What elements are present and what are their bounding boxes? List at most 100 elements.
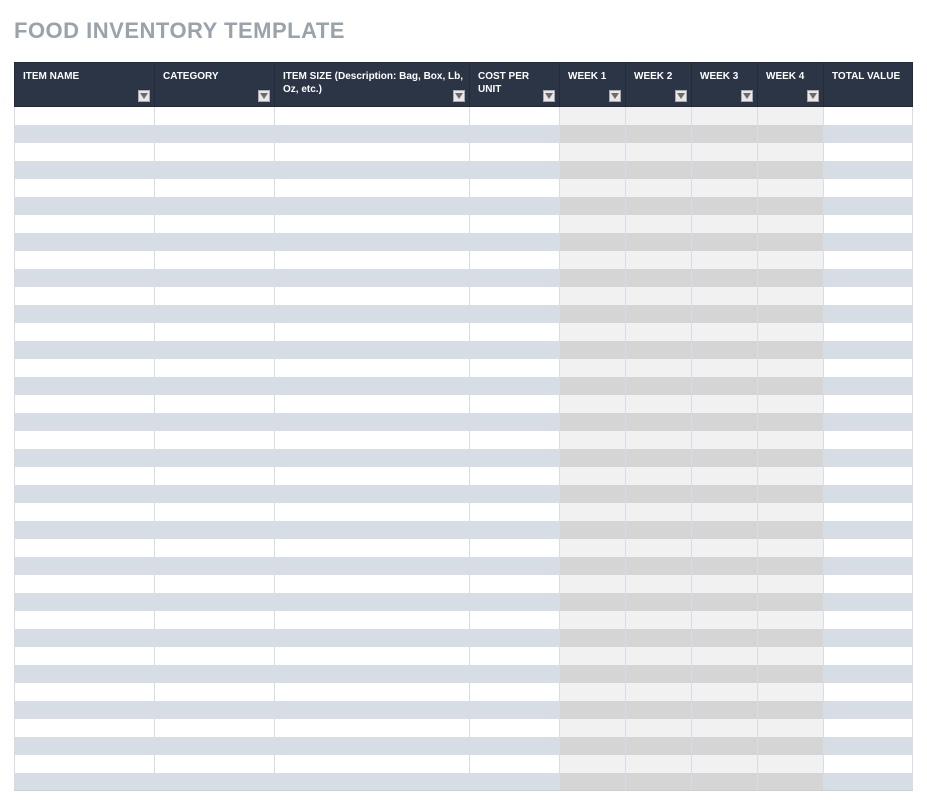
cell-week3[interactable] [692, 485, 758, 503]
cell-week4[interactable] [758, 287, 824, 305]
cell-category[interactable] [155, 773, 275, 791]
cell-total[interactable] [824, 197, 913, 215]
cell-item_name[interactable] [15, 395, 155, 413]
cell-item_size[interactable] [275, 521, 470, 539]
cell-item_name[interactable] [15, 737, 155, 755]
cell-item_size[interactable] [275, 431, 470, 449]
cell-cost[interactable] [470, 557, 560, 575]
cell-cost[interactable] [470, 197, 560, 215]
cell-cost[interactable] [470, 161, 560, 179]
cell-item_size[interactable] [275, 647, 470, 665]
cell-category[interactable] [155, 107, 275, 125]
cell-week1[interactable] [560, 305, 626, 323]
cell-week3[interactable] [692, 395, 758, 413]
cell-category[interactable] [155, 737, 275, 755]
cell-item_size[interactable] [275, 557, 470, 575]
cell-week3[interactable] [692, 629, 758, 647]
cell-category[interactable] [155, 341, 275, 359]
cell-item_size[interactable] [275, 269, 470, 287]
cell-total[interactable] [824, 557, 913, 575]
cell-item_size[interactable] [275, 251, 470, 269]
cell-category[interactable] [155, 161, 275, 179]
cell-week2[interactable] [626, 575, 692, 593]
cell-category[interactable] [155, 269, 275, 287]
cell-category[interactable] [155, 755, 275, 773]
cell-total[interactable] [824, 629, 913, 647]
cell-cost[interactable] [470, 719, 560, 737]
cell-cost[interactable] [470, 647, 560, 665]
cell-item_size[interactable] [275, 755, 470, 773]
cell-item_size[interactable] [275, 665, 470, 683]
cell-week1[interactable] [560, 593, 626, 611]
cell-week3[interactable] [692, 413, 758, 431]
cell-category[interactable] [155, 485, 275, 503]
cell-cost[interactable] [470, 413, 560, 431]
cell-item_size[interactable] [275, 125, 470, 143]
cell-item_size[interactable] [275, 323, 470, 341]
cell-week3[interactable] [692, 521, 758, 539]
cell-item_size[interactable] [275, 287, 470, 305]
cell-week3[interactable] [692, 197, 758, 215]
cell-week2[interactable] [626, 287, 692, 305]
cell-week1[interactable] [560, 269, 626, 287]
cell-week4[interactable] [758, 539, 824, 557]
cell-item_size[interactable] [275, 413, 470, 431]
cell-week3[interactable] [692, 503, 758, 521]
cell-week2[interactable] [626, 611, 692, 629]
cell-week1[interactable] [560, 719, 626, 737]
cell-week4[interactable] [758, 215, 824, 233]
cell-item_name[interactable] [15, 305, 155, 323]
cell-item_name[interactable] [15, 161, 155, 179]
cell-week4[interactable] [758, 737, 824, 755]
cell-item_name[interactable] [15, 665, 155, 683]
cell-category[interactable] [155, 377, 275, 395]
cell-item_name[interactable] [15, 143, 155, 161]
cell-week1[interactable] [560, 539, 626, 557]
filter-dropdown-icon[interactable] [741, 90, 753, 102]
filter-dropdown-icon[interactable] [138, 90, 150, 102]
filter-dropdown-icon[interactable] [543, 90, 555, 102]
cell-category[interactable] [155, 413, 275, 431]
cell-category[interactable] [155, 557, 275, 575]
cell-total[interactable] [824, 413, 913, 431]
cell-item_name[interactable] [15, 539, 155, 557]
cell-week3[interactable] [692, 647, 758, 665]
cell-item_name[interactable] [15, 449, 155, 467]
cell-item_name[interactable] [15, 377, 155, 395]
cell-week1[interactable] [560, 485, 626, 503]
cell-item_name[interactable] [15, 575, 155, 593]
cell-total[interactable] [824, 233, 913, 251]
cell-item_name[interactable] [15, 611, 155, 629]
cell-week3[interactable] [692, 341, 758, 359]
cell-total[interactable] [824, 737, 913, 755]
cell-total[interactable] [824, 539, 913, 557]
cell-week3[interactable] [692, 539, 758, 557]
cell-cost[interactable] [470, 701, 560, 719]
cell-week2[interactable] [626, 467, 692, 485]
cell-week2[interactable] [626, 323, 692, 341]
cell-category[interactable] [155, 287, 275, 305]
cell-category[interactable] [155, 683, 275, 701]
cell-item_name[interactable] [15, 701, 155, 719]
cell-week3[interactable] [692, 359, 758, 377]
cell-week4[interactable] [758, 521, 824, 539]
cell-week4[interactable] [758, 719, 824, 737]
cell-week2[interactable] [626, 161, 692, 179]
cell-item_size[interactable] [275, 359, 470, 377]
cell-cost[interactable] [470, 323, 560, 341]
cell-item_name[interactable] [15, 413, 155, 431]
cell-category[interactable] [155, 233, 275, 251]
cell-week4[interactable] [758, 629, 824, 647]
cell-cost[interactable] [470, 467, 560, 485]
cell-week4[interactable] [758, 647, 824, 665]
cell-item_name[interactable] [15, 557, 155, 575]
cell-week1[interactable] [560, 161, 626, 179]
cell-total[interactable] [824, 611, 913, 629]
cell-item_name[interactable] [15, 197, 155, 215]
cell-week1[interactable] [560, 557, 626, 575]
cell-week3[interactable] [692, 251, 758, 269]
cell-item_size[interactable] [275, 215, 470, 233]
cell-total[interactable] [824, 395, 913, 413]
cell-item_name[interactable] [15, 485, 155, 503]
cell-week2[interactable] [626, 719, 692, 737]
